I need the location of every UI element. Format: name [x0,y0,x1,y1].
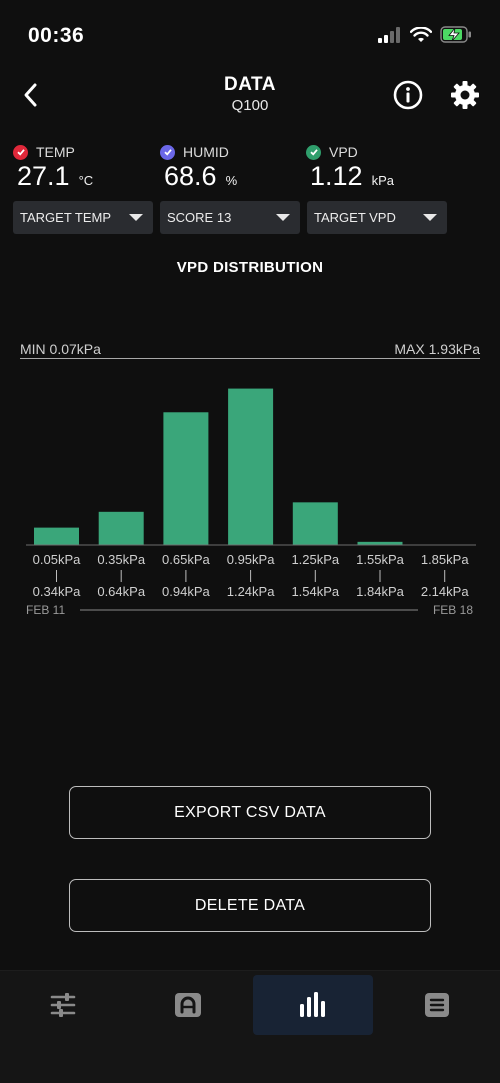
info-button[interactable] [392,79,424,111]
dropdown-target-temp[interactable]: TARGET TEMP [13,201,153,234]
tick-label-low: 0.65kPa [162,552,210,567]
tick-label-high: 0.34kPa [33,584,81,599]
gear-icon [451,81,479,109]
bar-chart-icon [300,992,325,1017]
chart-bar [228,388,274,545]
tick-label-low: 0.35kPa [97,552,145,567]
tab-controls[interactable] [3,975,123,1035]
tick-label-low: 0.05kPa [33,552,81,567]
settings-button[interactable] [449,79,481,111]
tick-label-high: 2.14kPa [421,584,469,599]
menu-icon [425,993,449,1017]
device-name: Q100 [231,97,269,114]
metric-value: 1.12 [310,161,363,191]
dropdown-score[interactable]: SCORE 13 [160,201,300,234]
dropdown-target-vpd[interactable]: TARGET VPD [307,201,447,234]
status-time: 00:36 [28,24,85,47]
info-icon [393,80,423,110]
tick-label-low: 1.25kPa [291,552,339,567]
min-value: MIN 0.07kPa [20,341,101,357]
chart-bar [98,511,144,545]
metric-vpd: VPD 1.12 kPa [306,144,394,192]
temp-check-icon [13,144,28,160]
delete-data-button[interactable]: DELETE DATA [69,879,431,932]
tab-bar [0,970,500,1083]
metric-value: 27.1 [17,161,70,191]
tick-label-high: 0.64kPa [97,584,145,599]
date-start-label: FEB 11 [26,603,65,617]
arch-icon [175,993,201,1017]
chart-bar [34,527,79,545]
tick-label-high: 1.54kPa [291,584,339,599]
metric-unit: % [225,173,238,188]
caret-down-icon [423,214,437,221]
page-title: DATA [224,74,276,95]
tick-label-high: 0.94kPa [162,584,210,599]
tick-label-low: 1.85kPa [421,552,469,567]
metric-value: 68.6 [164,161,217,191]
chart-bar [292,502,338,545]
nav-header: DATA Q100 [0,70,500,124]
tab-device[interactable] [128,975,248,1035]
range-divider [20,358,480,359]
dropdown-label: SCORE 13 [167,210,232,225]
tick-label-high: 1.24kPa [227,584,275,599]
metric-label: TEMP [36,144,75,160]
metric-unit: kPa [371,173,394,188]
dropdown-label: TARGET TEMP [20,210,112,225]
caret-down-icon [276,214,290,221]
date-end-label: FEB 18 [433,603,473,617]
metric-label: VPD [329,144,358,160]
section-title: VPD DISTRIBUTION [176,259,324,276]
tab-data[interactable] [253,975,373,1035]
vpd-check-icon [306,144,321,160]
tick-label-high: 1.84kPa [356,584,404,599]
wifi-icon [410,26,432,42]
humid-check-icon [160,144,175,160]
status-icons [378,26,472,43]
metric-humid: HUMID 68.6 % [160,144,237,192]
tick-label-low: 1.55kPa [356,552,404,567]
tick-label-low: 0.95kPa [227,552,275,567]
signal-icon [378,26,400,43]
chart-bar [163,412,209,545]
status-bar: 00:36 [0,0,500,70]
battery-charging-icon [440,26,471,43]
dropdown-label: TARGET VPD [314,210,396,225]
export-csv-button[interactable]: EXPORT CSV DATA [69,786,431,839]
vpd-distribution-chart: 0.05kPa 0.34kPa 0.35kPa 0.64kPa 0.65kPa 0.94k… [26,388,476,617]
caret-down-icon [129,214,143,221]
sliders-icon [50,993,76,1017]
max-value: MAX 1.93kPa [394,341,480,357]
tab-menu[interactable] [377,975,497,1035]
metric-temp: TEMP 27.1 °C [13,144,93,192]
metric-label: HUMID [183,144,229,160]
metric-unit: °C [78,173,94,188]
